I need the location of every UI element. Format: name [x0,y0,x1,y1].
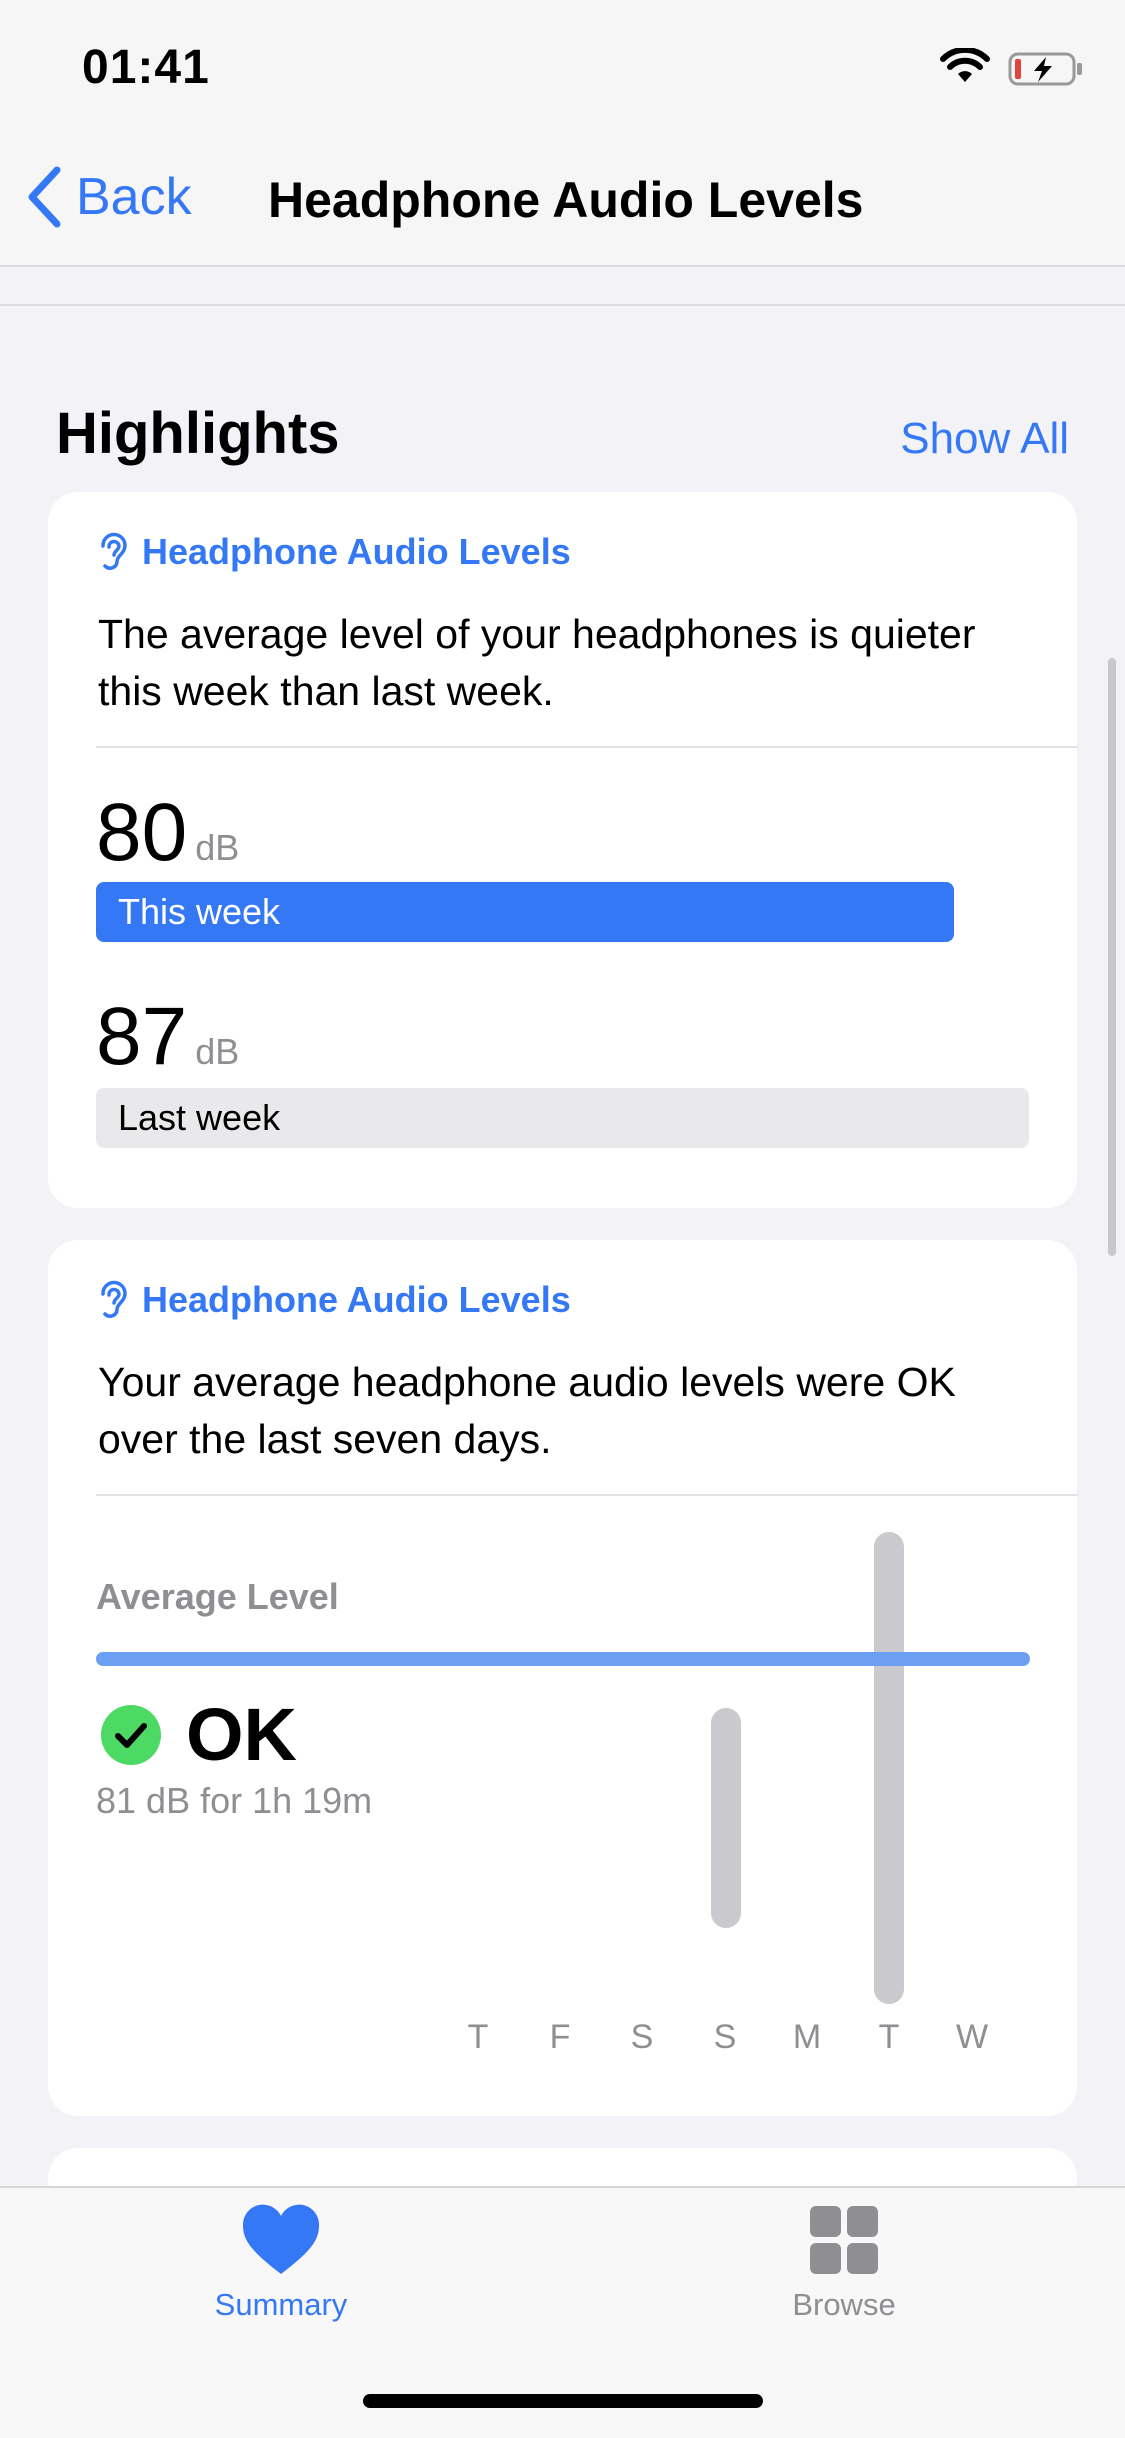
card-category: Headphone Audio Levels [98,530,571,574]
last-week-value: 87 dB [96,991,240,1082]
this-week-bar: This week [96,882,954,942]
status-bar: 01:41 [0,0,1125,135]
heart-icon [242,2204,320,2274]
status-text: OK [186,1693,297,1776]
day-label: S [713,2018,737,2056]
wifi-icon [940,46,990,89]
day-label: S [630,2018,654,2056]
day-label: W [955,2018,989,2056]
tab-summary[interactable]: Summary [161,2204,401,2323]
home-indicator[interactable] [363,2394,763,2408]
checkmark-circle-icon [101,1704,161,1765]
average-level-line [96,1652,1030,1666]
card-category-label: Headphone Audio Levels [142,531,571,572]
this-week-unit: dB [195,827,240,868]
ear-icon [101,532,127,570]
highlight-text: Your average headphone audio levels were… [98,1359,956,1462]
grid-icon [810,2206,878,2274]
divider [96,746,1078,748]
day-label: F [549,2018,571,2056]
tab-browse[interactable]: Browse [724,2204,964,2323]
status-time: 01:41 [82,41,210,94]
status-detail: 81 dB for 1h 19m [96,1780,373,1821]
this-week-value: 80 dB [96,787,240,878]
day-range-bar [711,1708,741,1928]
chevron-left-icon [28,166,61,228]
divider [0,304,1125,306]
status-row: OK [100,1692,297,1777]
card-category-label: Headphone Audio Levels [142,1279,571,1320]
this-week-label: This week [118,891,281,932]
divider [96,1494,1078,1496]
average-level-label: Average Level [96,1576,339,1617]
day-label: T [467,2018,489,2056]
last-week-unit: dB [195,1031,240,1072]
battery-charging-icon [1008,52,1084,91]
ear-icon [101,1280,127,1318]
highlight-card-weekly[interactable]: Headphone Audio Levels Your average head… [48,1240,1078,2116]
scroll-indicator[interactable] [1108,658,1116,1256]
page-title: Headphone Audio Levels [268,172,864,228]
navigation-bar: Back Headphone Audio Levels [0,135,1125,267]
card-category: Headphone Audio Levels [98,1278,571,1322]
back-label: Back [76,168,192,226]
last-week-bar: Last week [96,1088,1029,1148]
show-all-link[interactable]: Show All [900,414,1069,464]
day-label: M [792,2018,822,2056]
highlight-text: The average level of your headphones is … [98,611,976,714]
tab-label: Browse [792,2287,896,2322]
tab-label: Summary [214,2287,348,2322]
day-range-bar [874,1532,904,2004]
last-week-label: Last week [118,1097,281,1138]
section-heading: Highlights [56,401,340,466]
back-button[interactable]: Back [26,165,192,229]
highlight-card-comparison[interactable]: Headphone Audio Levels The average level… [48,492,1078,1208]
day-label: T [878,2018,900,2056]
